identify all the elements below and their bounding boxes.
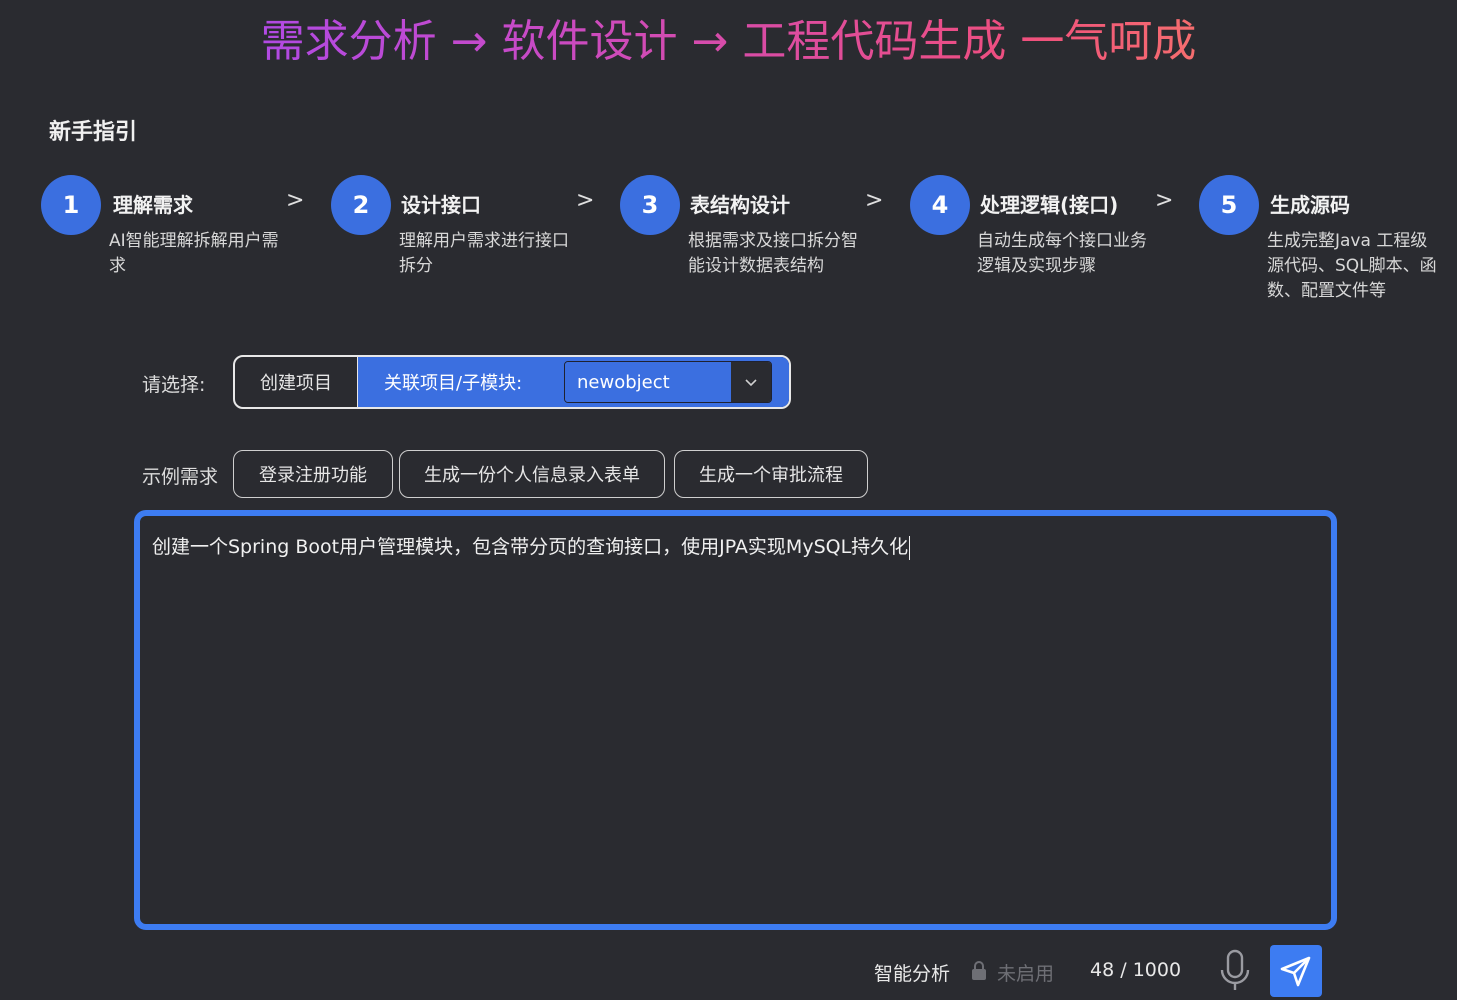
step-arrow: > [865, 188, 884, 213]
step-number-badge: 3 [620, 175, 680, 235]
lock-icon [969, 960, 989, 986]
step-description: 自动生成每个接口业务逻辑及实现步骤 [977, 231, 1147, 276]
counter-separator: / [1120, 959, 1127, 981]
step-number-badge: 2 [331, 175, 391, 235]
step-arrow: > [1155, 188, 1174, 213]
example-chip-approval[interactable]: 生成一个审批流程 [674, 450, 868, 498]
send-button[interactable] [1270, 945, 1322, 997]
step-description: 理解用户需求进行接口拆分 [399, 231, 569, 276]
character-max: 1000 [1132, 959, 1182, 981]
step-number-badge: 5 [1199, 175, 1259, 235]
guide-title: 新手指引 [49, 120, 138, 145]
example-chip-form[interactable]: 生成一份个人信息录入表单 [399, 450, 665, 498]
character-counter: 48 / 1000 [1090, 959, 1181, 981]
step-number-badge: 1 [41, 175, 101, 235]
associate-project-option[interactable]: 关联项目/子模块: newobject [358, 357, 789, 407]
step-description: 根据需求及接口拆分智能设计数据表结构 [688, 231, 858, 276]
requirement-text: 创建一个Spring Boot用户管理模块，包含带分页的查询接口，使用JPA实现… [152, 532, 911, 560]
step-title: 设计接口 [401, 193, 481, 217]
hero-title: 需求分析 → 软件设计 → 工程代码生成 一气呵成 [0, 10, 1457, 74]
character-count: 48 [1090, 959, 1115, 981]
create-project-button[interactable]: 创建项目 [235, 357, 358, 407]
step-number-badge: 4 [910, 175, 970, 235]
smart-analysis-label: 智能分析 [874, 963, 951, 985]
step-description: AI智能理解拆解用户需求 [109, 231, 279, 276]
step-title: 表结构设计 [690, 193, 790, 217]
example-chip-login[interactable]: 登录注册功能 [233, 450, 393, 498]
associate-project-label: 关联项目/子模块: [384, 373, 523, 394]
step-title: 理解需求 [113, 193, 193, 217]
step-title: 生成源码 [1270, 193, 1350, 217]
step-arrow: > [286, 188, 305, 213]
microphone-icon[interactable] [1218, 948, 1252, 998]
step-description: 生成完整Java 工程级源代码、SQL脚本、函数、配置文件等 [1267, 231, 1437, 301]
project-select[interactable]: newobject [564, 361, 772, 403]
text-caret [909, 535, 911, 560]
smart-analysis-status: 未启用 [997, 963, 1055, 985]
requirement-text-value: 创建一个Spring Boot用户管理模块，包含带分页的查询接口，使用JPA实现… [152, 536, 909, 558]
select-label: 请选择: [142, 374, 206, 396]
step-title: 处理逻辑(接口) [980, 193, 1119, 217]
project-mode-segmented-control: 创建项目 关联项目/子模块: newobject [233, 355, 791, 409]
project-select-value: newobject [565, 362, 731, 402]
send-icon [1280, 956, 1311, 987]
chevron-down-icon[interactable] [731, 362, 771, 402]
examples-label: 示例需求 [142, 466, 219, 488]
step-arrow: > [576, 188, 595, 213]
requirement-textarea[interactable]: 创建一个Spring Boot用户管理模块，包含带分页的查询接口，使用JPA实现… [134, 510, 1337, 930]
